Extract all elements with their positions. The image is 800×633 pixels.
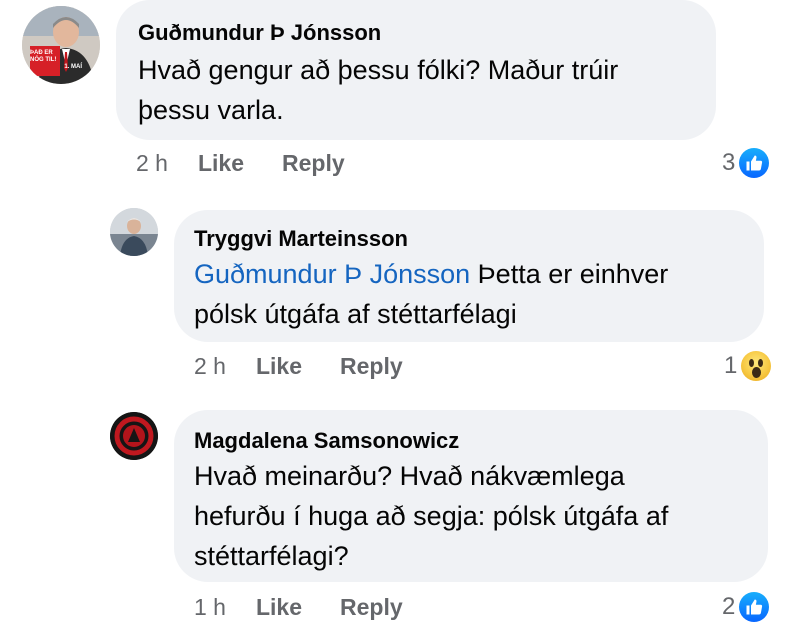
reaction-summary[interactable]: 3 bbox=[722, 148, 770, 178]
avatar-photo bbox=[22, 6, 100, 84]
mention-link[interactable]: Guðmundur Þ Jónsson bbox=[194, 259, 470, 289]
like-button[interactable]: Like bbox=[198, 150, 244, 177]
reply-button[interactable]: Reply bbox=[340, 594, 403, 621]
comment-bubble: Guðmundur Þ Jónsson Hvað gengur að þessu… bbox=[116, 0, 716, 140]
reaction-count: 3 bbox=[722, 149, 736, 176]
wow-icon bbox=[741, 351, 772, 381]
avatar[interactable] bbox=[110, 208, 158, 256]
reaction-count: 1 bbox=[724, 352, 738, 379]
like-button[interactable]: Like bbox=[256, 353, 302, 380]
comment-text: Hvað gengur að þessu fólki? Maður trúir bbox=[138, 55, 619, 85]
comment-bubble: Tryggvi Marteinsson Guðmundur Þ Jónsson … bbox=[174, 210, 764, 342]
comment-actions: 1 h Like Reply bbox=[194, 594, 441, 621]
comment-text: þessu varla. bbox=[138, 95, 284, 125]
avatar[interactable]: ÞAÐ ER NÓG TIL! 1. MAÍ bbox=[22, 6, 100, 84]
avatar-badge: ÞAÐ ER NÓG TIL! 1. MAÍ bbox=[30, 50, 82, 71]
comment-actions: 2 h Like Reply bbox=[194, 353, 441, 380]
avatar-photo bbox=[110, 412, 158, 460]
avatar[interactable] bbox=[110, 412, 158, 460]
comment-author[interactable]: Guðmundur Þ Jónsson bbox=[138, 20, 694, 46]
reply-button[interactable]: Reply bbox=[340, 353, 403, 380]
comment-author[interactable]: Tryggvi Marteinsson bbox=[194, 226, 744, 252]
reaction-count: 2 bbox=[722, 593, 736, 620]
comment-timestamp[interactable]: 1 h bbox=[194, 594, 226, 621]
like-button[interactable]: Like bbox=[256, 594, 302, 621]
comment-text: stéttarfélagi? bbox=[194, 541, 349, 571]
avatar-photo bbox=[110, 208, 158, 256]
comment-author[interactable]: Magdalena Samsonowicz bbox=[194, 428, 748, 454]
comment-bubble: Magdalena Samsonowicz Hvað meinarðu? Hva… bbox=[174, 410, 768, 582]
reply-button[interactable]: Reply bbox=[282, 150, 345, 177]
comment-text: Guðmundur Þ Jónsson Þetta er einhver bbox=[194, 254, 744, 294]
badge-text: ÞAÐ ER bbox=[30, 50, 53, 56]
comment-text: pólsk útgáfa af stéttarfélagi bbox=[194, 299, 517, 329]
comment-actions: 2 h Like Reply bbox=[136, 150, 383, 177]
comment-timestamp[interactable]: 2 h bbox=[136, 150, 168, 177]
badge-text: NÓG TIL! bbox=[30, 57, 57, 63]
badge-text: 1. MAÍ bbox=[64, 64, 82, 70]
like-icon bbox=[739, 592, 770, 622]
reaction-summary[interactable]: 2 bbox=[722, 592, 770, 622]
comment-text: hefurðu í huga að segja: pólsk útgáfa af bbox=[194, 501, 669, 531]
comment-text-segment: Þetta er einhver bbox=[470, 259, 669, 289]
like-icon bbox=[739, 148, 770, 178]
comment-text: Hvað meinarðu? Hvað nákvæmlega bbox=[194, 461, 625, 491]
reaction-summary[interactable]: 1 bbox=[724, 351, 772, 381]
comment-timestamp[interactable]: 2 h bbox=[194, 353, 226, 380]
